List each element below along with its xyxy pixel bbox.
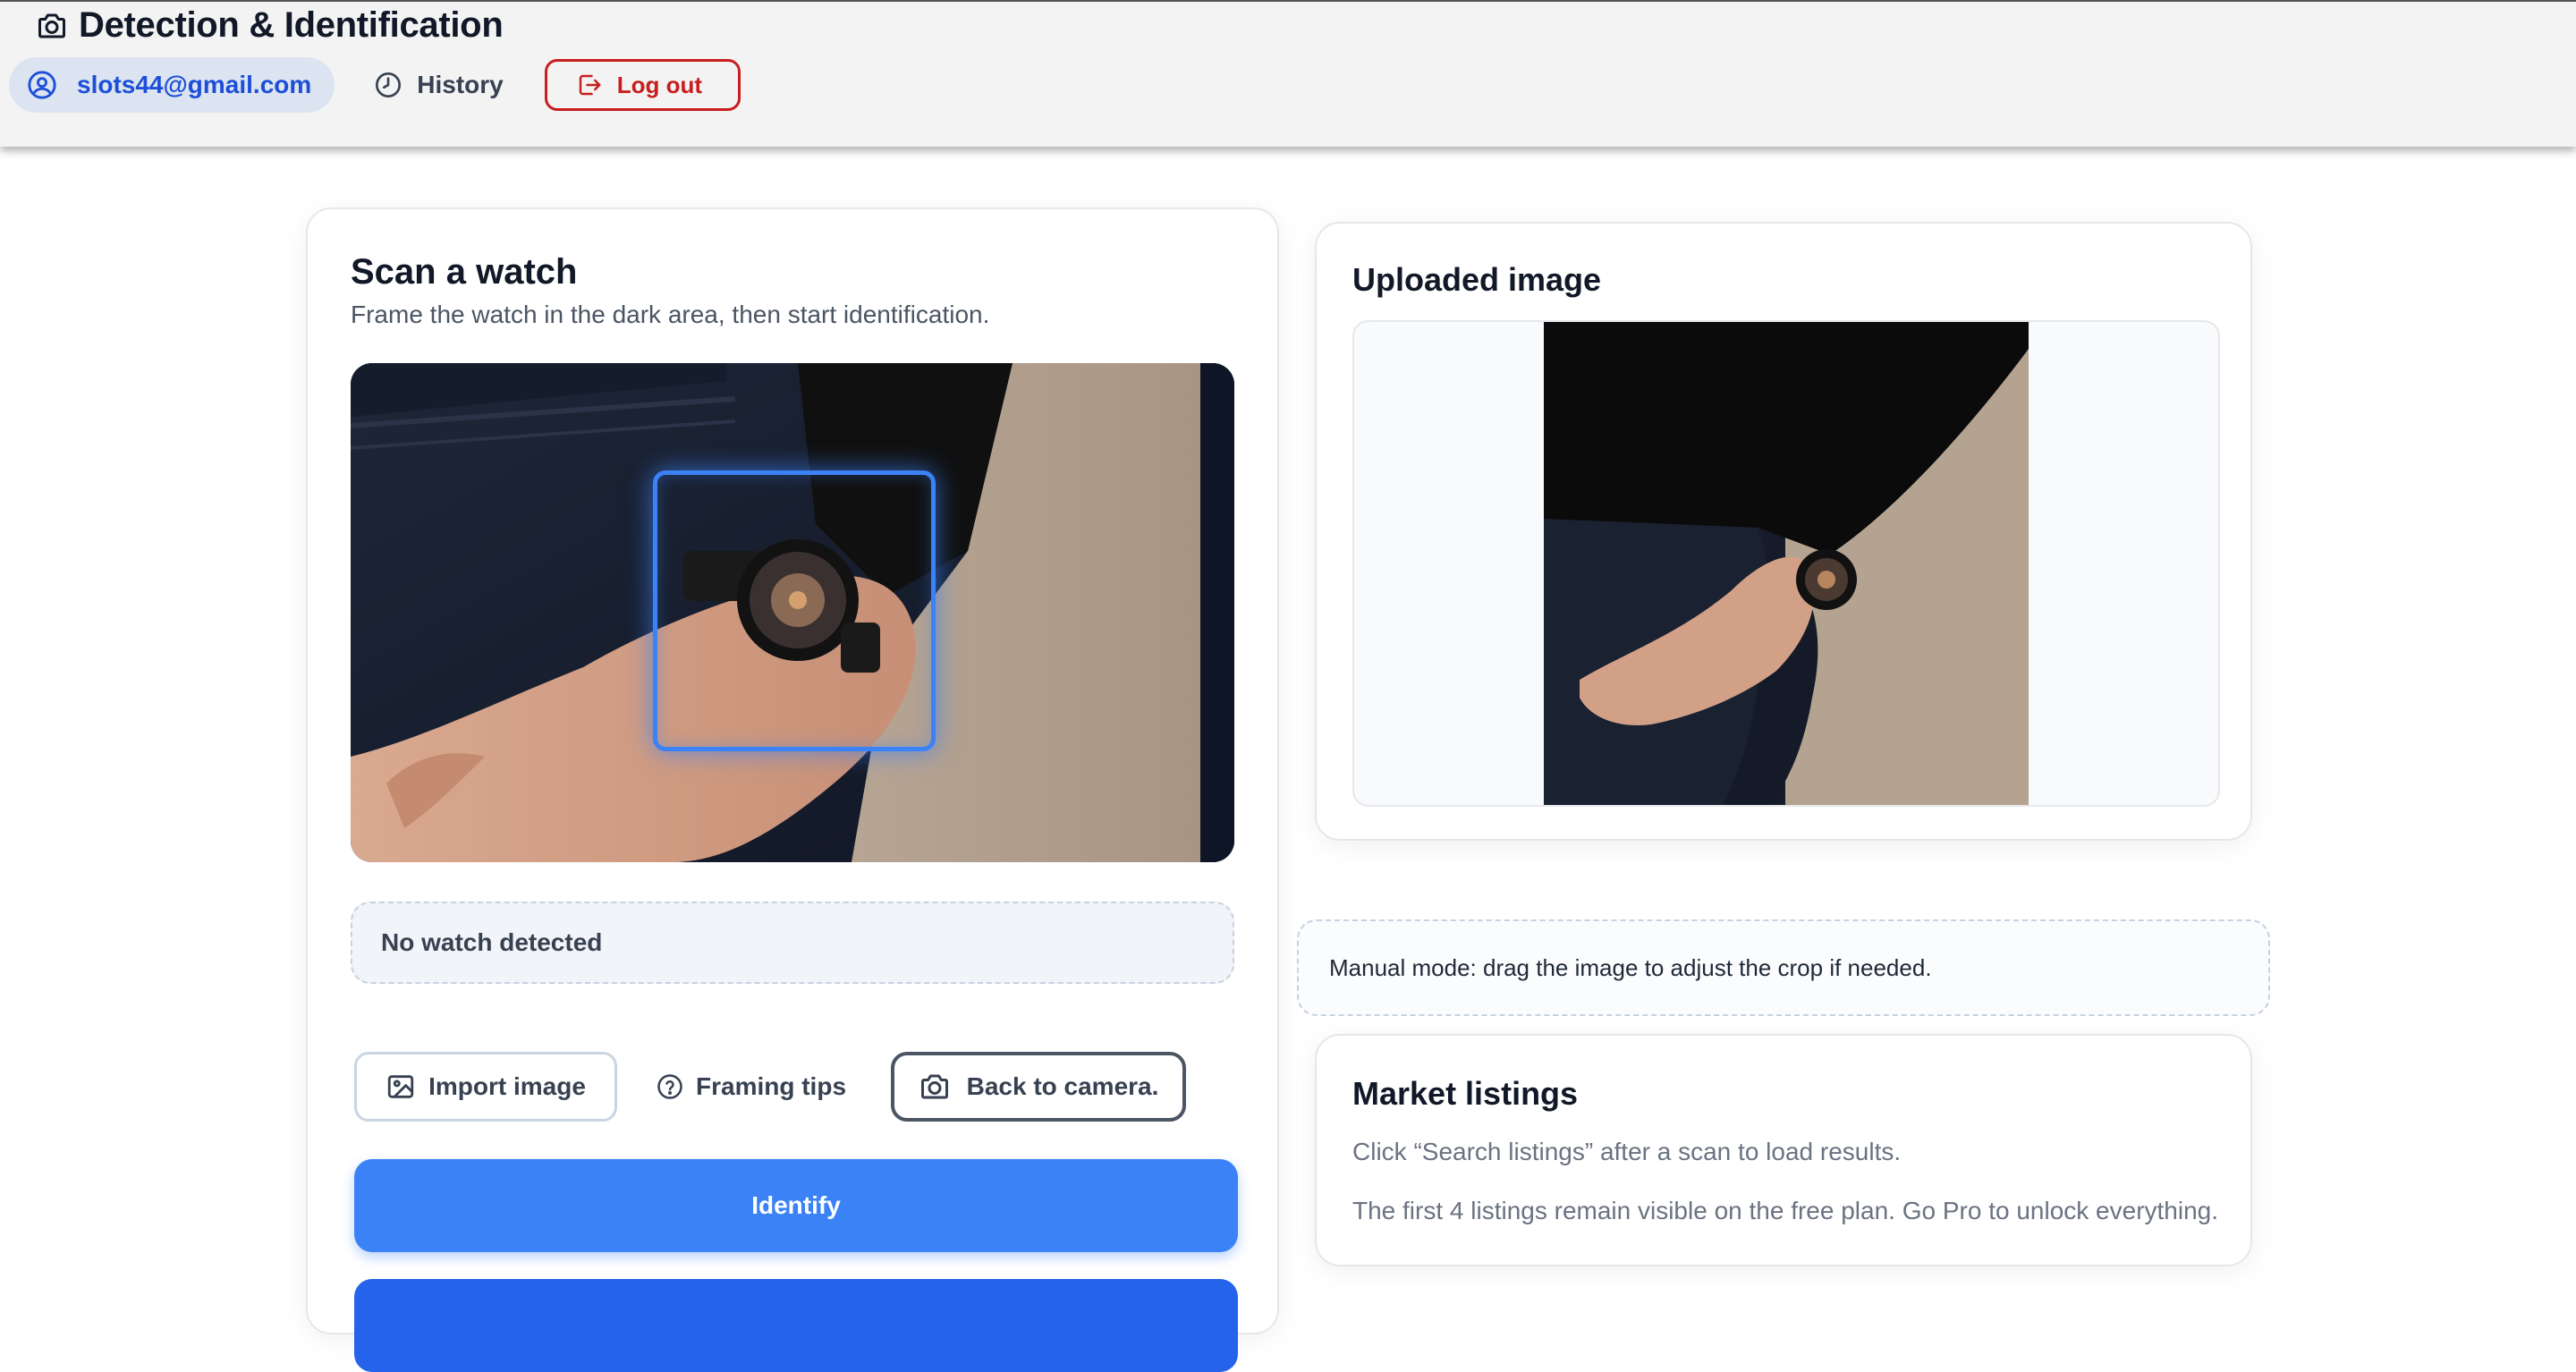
logout-icon [579,74,601,96]
help-circle-icon [657,1074,682,1099]
back-to-camera-label: Back to camera. [966,1072,1159,1100]
market-listings-card: Market listings Click “Search listings” … [1315,1034,2252,1266]
history-link[interactable]: History [374,57,504,113]
header-title-row: Detection & Identification [36,5,504,46]
market-listings-hint: Click “Search listings” after a scan to … [1352,1138,1902,1165]
detection-status: No watch detected [351,902,1234,984]
history-label: History [417,71,504,98]
market-listings-plan-note: The first 4 listings remain visible on t… [1352,1197,2219,1224]
top-bar: Detection & Identification slots44@gmail… [0,0,2576,147]
framing-tips-label: Framing tips [696,1072,847,1100]
back-to-camera-button[interactable]: Back to camera. [891,1052,1187,1122]
identify-label: Identify [751,1191,841,1219]
user-circle-icon [28,71,56,99]
app-title: Detection & Identification [79,5,504,45]
user-email: slots44@gmail.com [77,71,312,98]
camera-viewfinder[interactable] [351,363,1234,862]
scan-title: Scan a watch [351,252,578,292]
scan-card: Scan a watch Frame the watch in the dark… [306,207,1279,1372]
market-listings-title: Market listings [1352,1075,1579,1112]
header-nav: slots44@gmail.com History Log out [9,57,741,113]
logout-button[interactable]: Log out [544,59,741,111]
framing-tips-button[interactable]: Framing tips [657,1052,846,1122]
detection-status-text: No watch detected [381,928,603,956]
uploaded-image-title: Uploaded image [1352,261,1602,298]
import-image-label: Import image [428,1072,586,1100]
logout-label: Log out [616,71,703,98]
uploaded-image [1544,322,2029,805]
scan-actions: Import image Framing tips Back to camera… [354,1052,1187,1122]
camera-icon [38,13,65,38]
image-icon [387,1075,414,1098]
clock-icon [376,72,402,97]
manual-mode-notice: Manual mode: drag the image to adjust th… [1297,919,2270,1016]
identify-button[interactable]: Identify [354,1159,1238,1252]
uploaded-image-card: Uploaded image [1315,222,2252,841]
uploaded-image-frame[interactable] [1352,320,2220,807]
camera-icon [920,1074,948,1099]
scan-subtitle: Frame the watch in the dark area, then s… [351,301,990,328]
manual-mode-text: Manual mode: drag the image to adjust th… [1329,953,1932,981]
detection-frame [653,470,936,751]
import-image-button[interactable]: Import image [354,1052,617,1122]
secondary-action-button[interactable] [354,1279,1238,1372]
user-account-chip[interactable]: slots44@gmail.com [9,57,335,113]
